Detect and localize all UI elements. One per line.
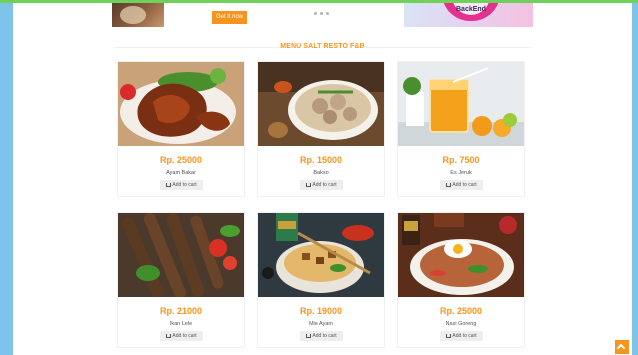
carousel-dots[interactable] bbox=[314, 12, 329, 15]
cart-icon bbox=[446, 334, 452, 338]
get-it-now-button[interactable]: Get it now bbox=[212, 11, 247, 24]
product-name[interactable]: Ayam Bakar bbox=[118, 170, 244, 176]
add-to-cart-button[interactable]: Add to cart bbox=[300, 180, 343, 190]
section-title: MENU SALT RESTO F&B bbox=[280, 43, 365, 50]
product-card[interactable]: Rp. 25000 Nasi Goreng Add to cart bbox=[397, 212, 525, 348]
product-card[interactable]: Rp. 7500 Es Jeruk Add to cart bbox=[397, 61, 525, 197]
product-card[interactable]: Rp. 19000 Mie Ayam Add to cart bbox=[257, 212, 385, 348]
product-name[interactable]: Mie Ayam bbox=[258, 321, 384, 327]
add-to-cart-label: Add to cart bbox=[172, 182, 197, 188]
product-name[interactable]: Ikan Lele bbox=[118, 321, 244, 327]
title-divider-right bbox=[363, 47, 531, 48]
add-to-cart-label: Add to cart bbox=[312, 182, 337, 188]
product-price: Rp. 25000 bbox=[159, 155, 203, 165]
product-name[interactable]: Nasi Goreng bbox=[398, 321, 524, 327]
banner-right-text: BackEnd bbox=[456, 6, 486, 13]
cart-icon bbox=[306, 334, 312, 338]
product-price: Rp. 25000 bbox=[439, 306, 483, 316]
carousel-dot[interactable] bbox=[326, 12, 329, 15]
product-name[interactable]: Bakso bbox=[258, 170, 384, 176]
product-photo-fried-rice[interactable] bbox=[398, 213, 524, 297]
carousel-dot[interactable] bbox=[314, 12, 317, 15]
add-to-cart-button[interactable]: Add to cart bbox=[160, 180, 203, 190]
add-to-cart-label: Add to cart bbox=[452, 182, 477, 188]
product-photo-meatball-soup[interactable] bbox=[258, 62, 384, 146]
product-photo-grilled-chicken[interactable] bbox=[118, 62, 244, 146]
product-price: Rp. 15000 bbox=[299, 155, 343, 165]
add-to-cart-label: Add to cart bbox=[312, 333, 337, 339]
add-to-cart-button[interactable]: Add to cart bbox=[440, 331, 483, 341]
scroll-to-top-button[interactable] bbox=[615, 340, 629, 354]
product-price: Rp. 19000 bbox=[299, 306, 343, 316]
cart-icon bbox=[166, 183, 172, 187]
product-price: Rp. 21000 bbox=[159, 306, 203, 316]
product-card[interactable]: Rp. 15000 Bakso Add to cart bbox=[257, 61, 385, 197]
cart-icon bbox=[446, 183, 452, 187]
add-to-cart-button[interactable]: Add to cart bbox=[160, 331, 203, 341]
add-to-cart-button[interactable]: Add to cart bbox=[440, 180, 483, 190]
add-to-cart-label: Add to cart bbox=[452, 333, 477, 339]
product-card[interactable]: Rp. 21000 Ikan Lele Add to cart bbox=[117, 212, 245, 348]
product-photo-chicken-noodle[interactable] bbox=[258, 213, 384, 297]
cart-icon bbox=[166, 334, 172, 338]
carousel-dot[interactable] bbox=[320, 12, 323, 15]
product-price: Rp. 7500 bbox=[442, 155, 480, 165]
page-content: Get it now BackEnd MENU SALT RESTO F&B R… bbox=[13, 3, 632, 355]
product-photo-orange-juice[interactable] bbox=[398, 62, 524, 146]
product-photo-grilled-catfish[interactable] bbox=[118, 213, 244, 297]
add-to-cart-label: Add to cart bbox=[172, 333, 197, 339]
add-to-cart-button[interactable]: Add to cart bbox=[300, 331, 343, 341]
banner-left-image[interactable] bbox=[112, 3, 164, 27]
product-name[interactable]: Es Jeruk bbox=[398, 170, 524, 176]
banner-right-image[interactable]: BackEnd bbox=[404, 3, 533, 27]
chevron-up-icon bbox=[616, 343, 626, 353]
cart-icon bbox=[306, 183, 312, 187]
product-card[interactable]: Rp. 25000 Ayam Bakar Add to cart bbox=[117, 61, 245, 197]
